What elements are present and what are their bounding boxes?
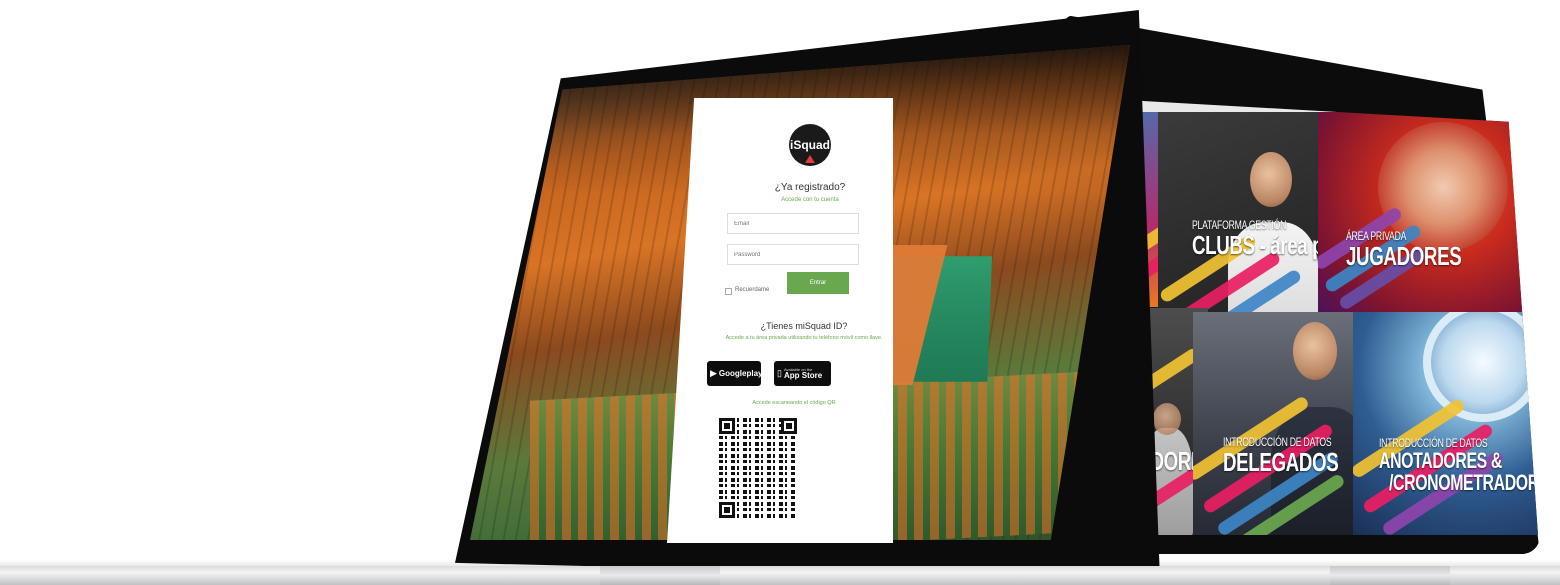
google-play-button[interactable]: ▶ Googleplay xyxy=(707,361,763,386)
login-submit-button[interactable]: Entrar xyxy=(787,272,849,294)
base-hinge-front xyxy=(600,566,720,585)
tile-jugadores[interactable]: ÁREA PRIVADA JUGADORES xyxy=(1318,112,1538,332)
email-field[interactable] xyxy=(727,213,859,234)
login-title: ¿Ya registrado? xyxy=(774,182,846,193)
phone-icon: ▯ xyxy=(777,368,782,378)
app-login-description: Accede a tu área privada utilizando tu t… xyxy=(725,335,883,341)
qr-code[interactable] xyxy=(719,418,797,518)
laptop-base xyxy=(0,566,1560,585)
password-field[interactable] xyxy=(727,244,859,265)
app-store-label: App Store xyxy=(783,370,823,380)
app-login-title: ¿Tienes miSquad ID? xyxy=(760,321,848,331)
google-play-label: Googleplay xyxy=(718,368,763,378)
qr-finder-bottom-left xyxy=(719,502,735,518)
isquad-logo: iSquad xyxy=(789,124,831,166)
qr-label: Accede escaneando el código QR xyxy=(752,400,836,406)
tile-clubs[interactable]: PLATAFORMA GESTIÓN CLUBS - área privada xyxy=(1158,112,1328,322)
tile-clubs-title: CLUBS - área privada xyxy=(1192,230,1328,260)
tile-anotadores[interactable]: INTRODUCCIÓN DE DATOS ANOTADORES & /CRON… xyxy=(1353,312,1538,535)
tile-delegados-title: DELEGADOS xyxy=(1223,447,1339,477)
tile-jugadores-title: JUGADORES xyxy=(1346,241,1462,271)
play-icon: ▶ xyxy=(710,368,717,378)
back-laptop-screen: PLATAFORMA GESTIÓN CLUBS - área privada … xyxy=(1118,100,1538,535)
remember-checkbox[interactable] xyxy=(725,288,732,295)
remember-label: Recuerdame xyxy=(735,287,770,293)
qr-finder-top-right xyxy=(781,418,797,434)
app-store-button[interactable]: ▯ Available on the App Store xyxy=(774,361,831,386)
tile-anotadores-title-2: /CRONOMETRADORES xyxy=(1389,470,1538,495)
login-panel: iSquad ¿Ya registrado? Accede con tu cue… xyxy=(667,98,893,543)
base-hinge-back xyxy=(1330,566,1450,585)
login-subtitle: Accede con tu cuenta xyxy=(781,197,839,203)
qr-finder-top-left xyxy=(719,418,735,434)
tile-delegados[interactable]: INTRODUCCIÓN DE DATOS DELEGADOS xyxy=(1193,312,1363,535)
